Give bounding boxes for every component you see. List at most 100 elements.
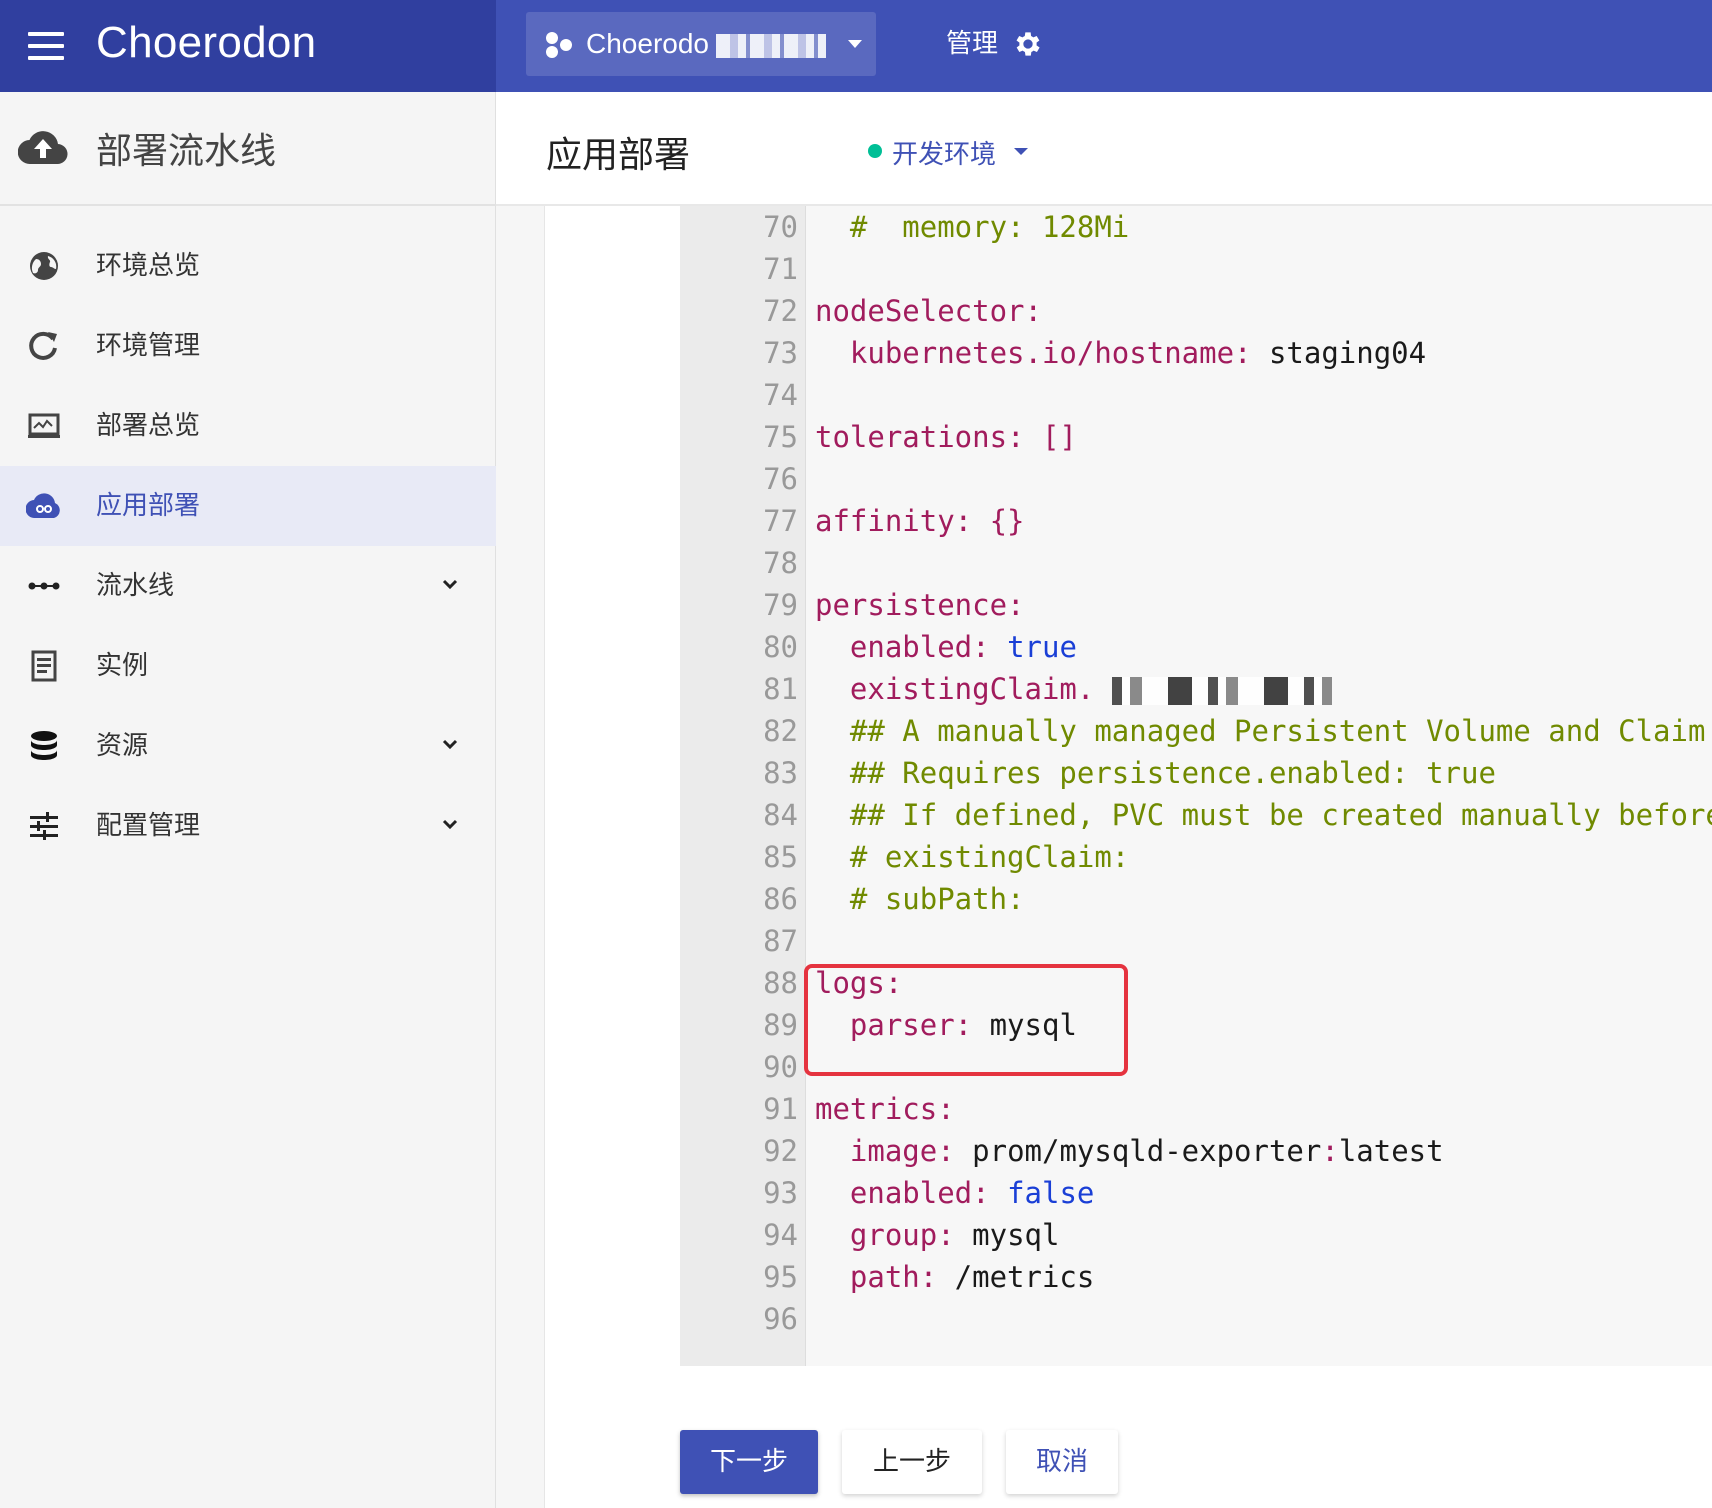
code-line: 92 image: prom/mysqld-exporter:latest bbox=[680, 1130, 1712, 1172]
code-token: ## If defined, PVC must be created manua… bbox=[815, 798, 1712, 832]
line-number: 90 bbox=[763, 1050, 798, 1084]
code-line: 96 bbox=[680, 1298, 1712, 1340]
line-number: 73 bbox=[763, 336, 798, 370]
line-number: 93 bbox=[763, 1176, 798, 1210]
project-selector[interactable]: Choerodo bbox=[526, 12, 876, 76]
code-token: {} bbox=[972, 504, 1025, 538]
code-token: image: bbox=[815, 1134, 955, 1168]
sliders-icon bbox=[30, 812, 58, 840]
code-line: 85 # existingClaim: bbox=[680, 836, 1712, 878]
sidebar-item-label: 流水线 bbox=[96, 571, 175, 601]
hamburger-menu-icon[interactable] bbox=[28, 32, 64, 60]
code-text: # memory: 128Mi bbox=[815, 206, 1129, 248]
yaml-editor[interactable]: 70 # memory: 128Mi 71 72 nodeSelector: 73 ku… bbox=[680, 206, 1712, 1366]
code-line: 91 metrics: bbox=[680, 1088, 1712, 1130]
code-text: image: prom/mysqld-exporter:latest bbox=[815, 1130, 1444, 1172]
code-token: path: bbox=[815, 1260, 938, 1294]
environment-label: 开发环境 bbox=[892, 140, 997, 170]
code-line: 82 ## A manually managed Persistent Volu… bbox=[680, 710, 1712, 752]
caret-down-icon bbox=[1014, 148, 1028, 155]
code-text: path: /metrics bbox=[815, 1256, 1094, 1298]
code-token: true bbox=[989, 630, 1077, 664]
code-text: metrics: bbox=[815, 1088, 955, 1130]
sidebar-item-deploy-overview[interactable]: 部署总览 bbox=[0, 386, 496, 466]
chevron-down-icon bbox=[442, 819, 458, 830]
app-brand: Choerodon bbox=[96, 18, 317, 67]
redacted-project-name bbox=[716, 34, 826, 58]
sidebar-item-env-overview[interactable]: 环境总览 bbox=[0, 226, 496, 306]
code-line: 84 ## If defined, PVC must be created ma… bbox=[680, 794, 1712, 836]
line-number: 96 bbox=[763, 1302, 798, 1336]
code-token: [] bbox=[1024, 420, 1077, 454]
code-token: enabled: bbox=[815, 630, 990, 664]
line-number: 89 bbox=[763, 1008, 798, 1042]
globe-icon bbox=[30, 252, 58, 280]
line-number: 77 bbox=[763, 504, 798, 538]
line-number: 91 bbox=[763, 1092, 798, 1126]
sidebar-item-label: 部署总览 bbox=[96, 411, 201, 441]
code-text: existingClaim. bbox=[815, 668, 1332, 710]
code-text: ## A manually managed Persistent Volume … bbox=[815, 710, 1706, 752]
monitor-icon bbox=[28, 413, 60, 438]
code-token: enabled: bbox=[815, 1176, 990, 1210]
code-token: # subPath: bbox=[815, 882, 1025, 916]
sidebar-header: 部署流水线 bbox=[0, 92, 496, 206]
sidebar-item-pipeline[interactable]: 流水线 bbox=[0, 546, 496, 626]
page-title: 应用部署 bbox=[546, 135, 691, 176]
sidebar-item-label: 资源 bbox=[96, 731, 149, 761]
line-number: 74 bbox=[763, 378, 798, 412]
sidebar-item-label: 环境管理 bbox=[96, 331, 201, 361]
previous-step-button[interactable]: 上一步 bbox=[842, 1430, 982, 1494]
code-token: prom/mysqld-exporter bbox=[954, 1134, 1322, 1168]
code-line: 81 existingClaim. bbox=[680, 668, 1712, 710]
cloud-link-icon bbox=[26, 493, 60, 519]
code-token: nodeSelector: bbox=[815, 294, 1042, 328]
page-header: 应用部署 开发环境 bbox=[496, 92, 1712, 206]
line-number: 81 bbox=[763, 672, 798, 706]
code-line: 76 bbox=[680, 458, 1712, 500]
line-number: 71 bbox=[763, 252, 798, 286]
line-number: 80 bbox=[763, 630, 798, 664]
code-text: # existingClaim: bbox=[815, 836, 1129, 878]
code-token: persistence: bbox=[815, 588, 1025, 622]
code-line: 70 # memory: 128Mi bbox=[680, 206, 1712, 248]
code-text: enabled: false bbox=[815, 1172, 1094, 1214]
project-name: Choerodo bbox=[586, 28, 709, 59]
code-line: 83 ## Requires persistence.enabled: true bbox=[680, 752, 1712, 794]
line-number: 88 bbox=[763, 966, 798, 1000]
code-line: 77 affinity: {} bbox=[680, 500, 1712, 542]
code-text: ## If defined, PVC must be created manua… bbox=[815, 794, 1712, 836]
code-text: # subPath: bbox=[815, 878, 1025, 920]
line-number: 86 bbox=[763, 882, 798, 916]
code-token: # existingClaim: bbox=[815, 840, 1130, 874]
status-dot bbox=[868, 144, 882, 158]
code-line: 94 group: mysql bbox=[680, 1214, 1712, 1256]
sidebar-item-instances[interactable]: 实例 bbox=[0, 626, 496, 706]
code-line: 93 enabled: false bbox=[680, 1172, 1712, 1214]
cloud-upload-icon bbox=[18, 131, 68, 165]
admin-label: 管理 bbox=[946, 29, 999, 59]
sidebar-item-label: 实例 bbox=[96, 651, 149, 681]
code-token: staging04 bbox=[1251, 336, 1427, 370]
line-number: 94 bbox=[763, 1218, 798, 1252]
refresh-icon bbox=[29, 331, 57, 360]
more-horizontal-icon bbox=[28, 582, 60, 590]
line-number: 85 bbox=[763, 840, 798, 874]
sidebar-item-resources[interactable]: 资源 bbox=[0, 706, 496, 786]
code-token: existingClaim. bbox=[815, 672, 1095, 706]
code-token: /metrics bbox=[937, 1260, 1095, 1294]
admin-button[interactable]: 管理 bbox=[946, 24, 1040, 64]
redacted-value bbox=[1111, 677, 1332, 705]
gear-icon bbox=[1016, 32, 1040, 56]
sidebar-item-config[interactable]: 配置管理 bbox=[0, 786, 496, 866]
cancel-button[interactable]: 取消 bbox=[1006, 1430, 1118, 1494]
code-token: tolerations: bbox=[815, 420, 1025, 454]
sidebar-item-env-management[interactable]: 环境管理 bbox=[0, 306, 496, 386]
code-token: : bbox=[1321, 1134, 1339, 1168]
sidebar-item-app-deploy[interactable]: 应用部署 bbox=[0, 466, 496, 546]
code-text: group: mysql bbox=[815, 1214, 1060, 1256]
top-bar: Choerodon Choerodo 管理 bbox=[0, 0, 1712, 92]
code-token: kubernetes.io/hostname: bbox=[815, 336, 1252, 370]
line-number: 76 bbox=[763, 462, 798, 496]
next-step-button[interactable]: 下一步 bbox=[680, 1430, 818, 1494]
